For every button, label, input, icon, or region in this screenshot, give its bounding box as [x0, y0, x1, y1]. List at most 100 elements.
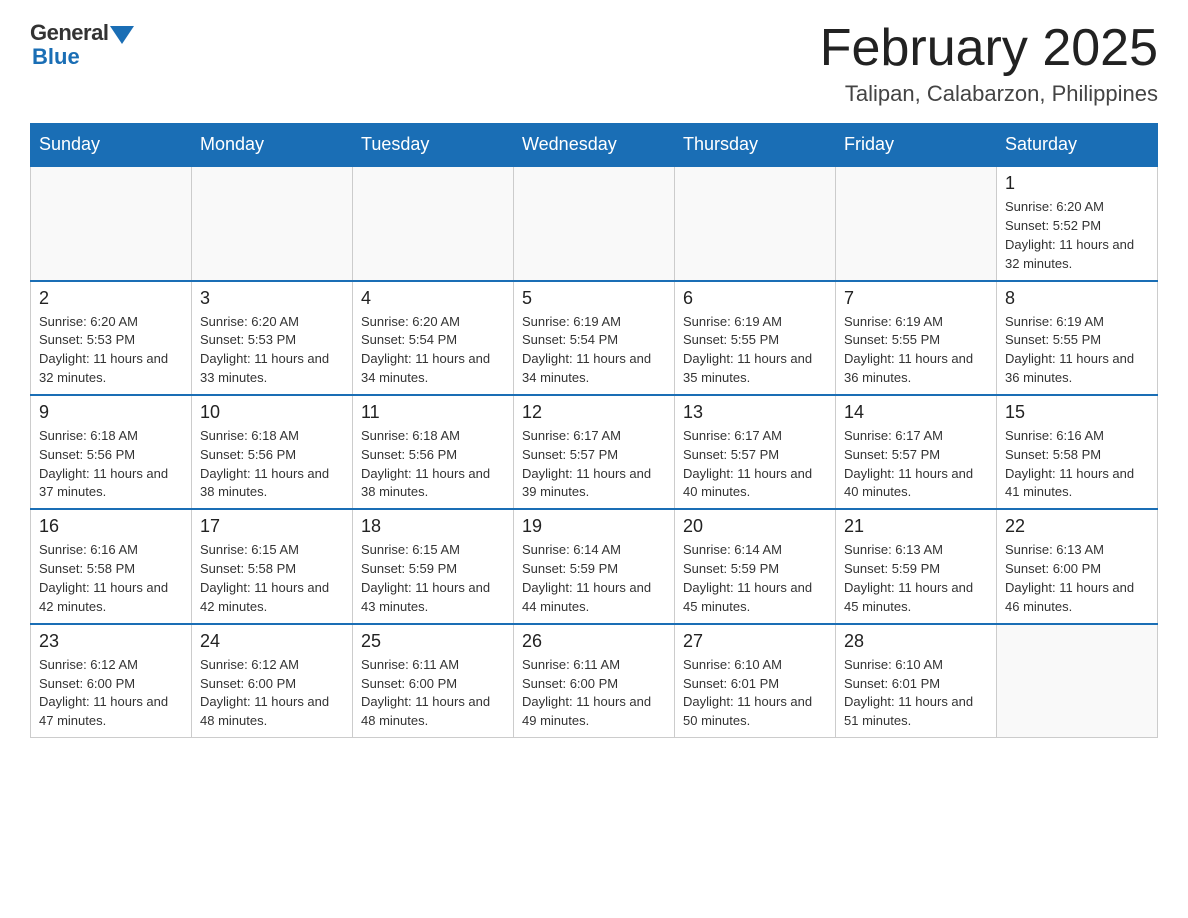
page-header: General Blue February 2025 Talipan, Cala… [30, 20, 1158, 107]
calendar-cell: 10Sunrise: 6:18 AM Sunset: 5:56 PM Dayli… [192, 395, 353, 509]
day-number: 12 [522, 402, 666, 423]
day-info: Sunrise: 6:17 AM Sunset: 5:57 PM Dayligh… [522, 427, 666, 502]
day-info: Sunrise: 6:18 AM Sunset: 5:56 PM Dayligh… [39, 427, 183, 502]
calendar-cell [997, 624, 1158, 738]
day-info: Sunrise: 6:15 AM Sunset: 5:58 PM Dayligh… [200, 541, 344, 616]
calendar-cell: 22 Sunrise: 6:13 AM Sunset: 6:00 PM Dayli… [997, 509, 1158, 623]
calendar-cell [675, 166, 836, 280]
week-row-5: 23 Sunrise: 6:12 AM Sunset: 6:00 PM Dayli… [31, 624, 1158, 738]
day-info: Sunrise: 6:14 AM Sunset: 5:59 PM Dayligh… [683, 541, 827, 616]
calendar-cell: 20 Sunrise: 6:14 AM Sunset: 5:59 PM Dayli… [675, 509, 836, 623]
day-info: Sunrise: 6:10 AM Sunset: 6:01 PM Dayligh… [683, 656, 827, 731]
calendar-cell: 4 Sunrise: 6:20 AM Sunset: 5:54 PM Daylig… [353, 281, 514, 395]
day-info: Sunrise: 6:16 AM Sunset: 5:58 PM Dayligh… [1005, 427, 1149, 502]
calendar-cell: 6 Sunrise: 6:19 AM Sunset: 5:55 PM Daylig… [675, 281, 836, 395]
day-number: 26 [522, 631, 666, 652]
day-number: 28 [844, 631, 988, 652]
day-info: Sunrise: 6:20 AM Sunset: 5:52 PM Dayligh… [1005, 198, 1149, 273]
week-row-2: 2 Sunrise: 6:20 AM Sunset: 5:53 PM Daylig… [31, 281, 1158, 395]
day-header-wednesday: Wednesday [514, 124, 675, 167]
calendar-cell: 5 Sunrise: 6:19 AM Sunset: 5:54 PM Daylig… [514, 281, 675, 395]
calendar-cell: 24 Sunrise: 6:12 AM Sunset: 6:00 PM Dayli… [192, 624, 353, 738]
day-info: Sunrise: 6:15 AM Sunset: 5:59 PM Dayligh… [361, 541, 505, 616]
calendar-cell: 19 Sunrise: 6:14 AM Sunset: 5:59 PM Dayli… [514, 509, 675, 623]
day-header-friday: Friday [836, 124, 997, 167]
day-info: Sunrise: 6:20 AM Sunset: 5:54 PM Dayligh… [361, 313, 505, 388]
calendar-cell [514, 166, 675, 280]
day-info: Sunrise: 6:19 AM Sunset: 5:55 PM Dayligh… [1005, 313, 1149, 388]
calendar-header-row: SundayMondayTuesdayWednesdayThursdayFrid… [31, 124, 1158, 167]
calendar-cell: 13Sunrise: 6:17 AM Sunset: 5:57 PM Dayli… [675, 395, 836, 509]
calendar-cell: 28Sunrise: 6:10 AM Sunset: 6:01 PM Dayli… [836, 624, 997, 738]
day-header-tuesday: Tuesday [353, 124, 514, 167]
calendar-cell: 2Sunrise: 6:20 AM Sunset: 5:53 PM Daylig… [31, 281, 192, 395]
day-header-thursday: Thursday [675, 124, 836, 167]
calendar-cell: 8 Sunrise: 6:19 AM Sunset: 5:55 PM Daylig… [997, 281, 1158, 395]
logo-triangle-icon [110, 26, 134, 44]
calendar-table: SundayMondayTuesdayWednesdayThursdayFrid… [30, 123, 1158, 738]
day-info: Sunrise: 6:12 AM Sunset: 6:00 PM Dayligh… [39, 656, 183, 731]
calendar-cell: 23 Sunrise: 6:12 AM Sunset: 6:00 PM Dayli… [31, 624, 192, 738]
calendar-cell [353, 166, 514, 280]
day-number: 20 [683, 516, 827, 537]
calendar-cell: 7 Sunrise: 6:19 AM Sunset: 5:55 PM Daylig… [836, 281, 997, 395]
day-number: 1 [1005, 173, 1149, 194]
logo-blue-text: Blue [32, 44, 80, 70]
week-row-1: 1 Sunrise: 6:20 AM Sunset: 5:52 PM Daylig… [31, 166, 1158, 280]
day-number: 8 [1005, 288, 1149, 309]
day-number: 14 [844, 402, 988, 423]
day-number: 4 [361, 288, 505, 309]
day-info: Sunrise: 6:17 AM Sunset: 5:57 PM Dayligh… [683, 427, 827, 502]
calendar-cell [31, 166, 192, 280]
calendar-cell: 18Sunrise: 6:15 AM Sunset: 5:59 PM Dayli… [353, 509, 514, 623]
day-info: Sunrise: 6:17 AM Sunset: 5:57 PM Dayligh… [844, 427, 988, 502]
day-number: 15 [1005, 402, 1149, 423]
month-title: February 2025 [820, 20, 1158, 77]
day-info: Sunrise: 6:18 AM Sunset: 5:56 PM Dayligh… [361, 427, 505, 502]
calendar-cell: 11 Sunrise: 6:18 AM Sunset: 5:56 PM Dayli… [353, 395, 514, 509]
calendar-cell: 16 Sunrise: 6:16 AM Sunset: 5:58 PM Dayli… [31, 509, 192, 623]
day-info: Sunrise: 6:11 AM Sunset: 6:00 PM Dayligh… [361, 656, 505, 731]
day-info: Sunrise: 6:16 AM Sunset: 5:58 PM Dayligh… [39, 541, 183, 616]
day-number: 2 [39, 288, 183, 309]
day-header-sunday: Sunday [31, 124, 192, 167]
day-number: 24 [200, 631, 344, 652]
day-info: Sunrise: 6:12 AM Sunset: 6:00 PM Dayligh… [200, 656, 344, 731]
calendar-cell [192, 166, 353, 280]
day-number: 19 [522, 516, 666, 537]
day-number: 9 [39, 402, 183, 423]
day-header-saturday: Saturday [997, 124, 1158, 167]
title-section: February 2025 Talipan, Calabarzon, Phili… [820, 20, 1158, 107]
day-info: Sunrise: 6:11 AM Sunset: 6:00 PM Dayligh… [522, 656, 666, 731]
day-number: 25 [361, 631, 505, 652]
day-info: Sunrise: 6:14 AM Sunset: 5:59 PM Dayligh… [522, 541, 666, 616]
day-info: Sunrise: 6:20 AM Sunset: 5:53 PM Dayligh… [200, 313, 344, 388]
day-number: 16 [39, 516, 183, 537]
day-number: 22 [1005, 516, 1149, 537]
week-row-4: 16 Sunrise: 6:16 AM Sunset: 5:58 PM Dayli… [31, 509, 1158, 623]
calendar-cell [836, 166, 997, 280]
day-info: Sunrise: 6:13 AM Sunset: 6:00 PM Dayligh… [1005, 541, 1149, 616]
day-info: Sunrise: 6:19 AM Sunset: 5:54 PM Dayligh… [522, 313, 666, 388]
calendar-cell: 9 Sunrise: 6:18 AM Sunset: 5:56 PM Daylig… [31, 395, 192, 509]
calendar-cell: 26 Sunrise: 6:11 AM Sunset: 6:00 PM Dayli… [514, 624, 675, 738]
day-number: 7 [844, 288, 988, 309]
logo: General Blue [30, 20, 134, 70]
day-number: 23 [39, 631, 183, 652]
logo-general-text: General [30, 20, 108, 46]
calendar-cell: 3 Sunrise: 6:20 AM Sunset: 5:53 PM Daylig… [192, 281, 353, 395]
calendar-cell: 17 Sunrise: 6:15 AM Sunset: 5:58 PM Dayli… [192, 509, 353, 623]
day-info: Sunrise: 6:19 AM Sunset: 5:55 PM Dayligh… [683, 313, 827, 388]
day-info: Sunrise: 6:19 AM Sunset: 5:55 PM Dayligh… [844, 313, 988, 388]
calendar-cell: 27Sunrise: 6:10 AM Sunset: 6:01 PM Dayli… [675, 624, 836, 738]
day-number: 3 [200, 288, 344, 309]
day-number: 6 [683, 288, 827, 309]
calendar-cell: 12 Sunrise: 6:17 AM Sunset: 5:57 PM Dayli… [514, 395, 675, 509]
calendar-cell: 21Sunrise: 6:13 AM Sunset: 5:59 PM Dayli… [836, 509, 997, 623]
day-number: 11 [361, 402, 505, 423]
day-info: Sunrise: 6:13 AM Sunset: 5:59 PM Dayligh… [844, 541, 988, 616]
day-number: 5 [522, 288, 666, 309]
day-number: 17 [200, 516, 344, 537]
calendar-cell: 14 Sunrise: 6:17 AM Sunset: 5:57 PM Dayli… [836, 395, 997, 509]
location-title: Talipan, Calabarzon, Philippines [820, 81, 1158, 107]
